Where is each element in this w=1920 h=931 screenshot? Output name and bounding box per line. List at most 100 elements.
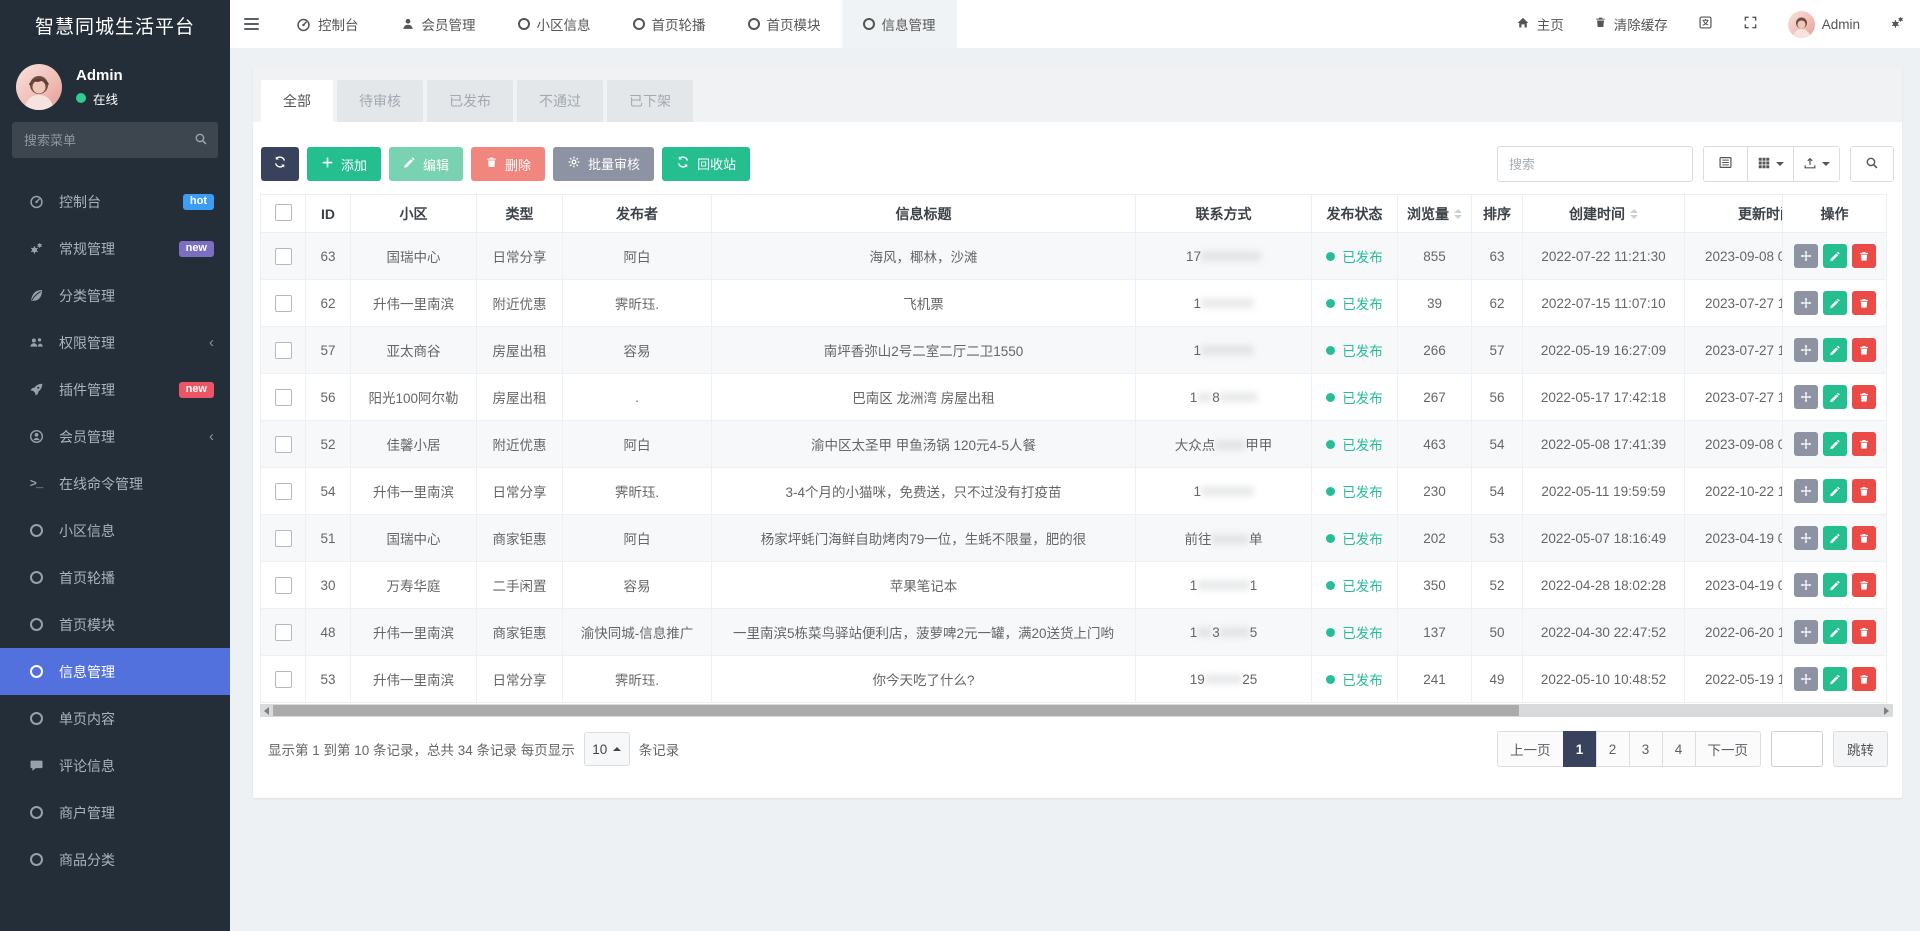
- batch-audit-button[interactable]: 批量审核: [553, 147, 654, 181]
- recycle-button[interactable]: 回收站: [662, 147, 750, 181]
- row-delete-button[interactable]: [1852, 573, 1876, 597]
- sidebar-item-general[interactable]: 常规管理new: [0, 225, 230, 272]
- row-edit-button[interactable]: [1823, 573, 1847, 597]
- edit-button[interactable]: 编辑: [389, 147, 463, 181]
- row-checkbox[interactable]: [275, 483, 292, 500]
- user-avatar[interactable]: [16, 64, 62, 110]
- row-edit-button[interactable]: [1823, 291, 1847, 315]
- page-button-4[interactable]: 4: [1662, 731, 1696, 767]
- sidebar-item-module[interactable]: 首页模块: [0, 601, 230, 648]
- topbar-tab-member[interactable]: 会员管理: [380, 0, 497, 48]
- topbar-tab-banner[interactable]: 首页轮播: [612, 0, 727, 48]
- language-button[interactable]: [1683, 0, 1728, 48]
- row-move-button[interactable]: [1794, 244, 1818, 268]
- row-checkbox[interactable]: [275, 389, 292, 406]
- settings-button[interactable]: [1875, 0, 1920, 48]
- table-search-input[interactable]: [1497, 146, 1693, 182]
- topbar-tab-community[interactable]: 小区信息: [497, 0, 612, 48]
- sidebar-item-command[interactable]: >_在线命令管理: [0, 460, 230, 507]
- sidebar-item-banner[interactable]: 首页轮播: [0, 554, 230, 601]
- sidebar-item-merchant[interactable]: 商户管理: [0, 789, 230, 836]
- sidebar-toggle-icon[interactable]: [230, 0, 275, 48]
- sidebar-item-goods[interactable]: 商品分类: [0, 836, 230, 883]
- row-delete-button[interactable]: [1852, 526, 1876, 550]
- sidebar-item-plugin[interactable]: 插件管理new: [0, 366, 230, 413]
- refresh-button[interactable]: [261, 147, 299, 181]
- row-edit-button[interactable]: [1823, 667, 1847, 691]
- column-header-views[interactable]: 浏览量: [1398, 195, 1472, 233]
- column-header-created[interactable]: 创建时间: [1523, 195, 1685, 233]
- row-delete-button[interactable]: [1852, 667, 1876, 691]
- sidebar-item-comment[interactable]: 评论信息: [0, 742, 230, 789]
- fullscreen-button[interactable]: [1728, 0, 1773, 48]
- jump-page-input[interactable]: [1771, 731, 1823, 767]
- row-move-button[interactable]: [1794, 573, 1818, 597]
- sort-carets-icon[interactable]: [1454, 209, 1462, 219]
- row-checkbox[interactable]: [275, 342, 292, 359]
- row-delete-button[interactable]: [1852, 291, 1876, 315]
- filter-tab-pending[interactable]: 待审核: [337, 80, 423, 122]
- filter-tab-rejected[interactable]: 不通过: [517, 80, 603, 122]
- row-edit-button[interactable]: [1823, 526, 1847, 550]
- delete-button[interactable]: 删除: [471, 147, 545, 181]
- row-checkbox[interactable]: [275, 671, 292, 688]
- row-move-button[interactable]: [1794, 620, 1818, 644]
- row-edit-button[interactable]: [1823, 385, 1847, 409]
- page-button-2[interactable]: 2: [1596, 731, 1630, 767]
- clear-cache-button[interactable]: 清除缓存: [1579, 0, 1683, 48]
- row-checkbox[interactable]: [275, 530, 292, 547]
- row-edit-button[interactable]: [1823, 479, 1847, 503]
- advanced-search-button[interactable]: [1850, 146, 1894, 182]
- row-checkbox[interactable]: [275, 248, 292, 265]
- filter-tab-offline[interactable]: 已下架: [607, 80, 693, 122]
- row-checkbox[interactable]: [275, 624, 292, 641]
- add-button[interactable]: 添加: [307, 147, 381, 181]
- sidebar-item-permission[interactable]: 权限管理‹: [0, 319, 230, 366]
- scroll-left-arrow-icon[interactable]: [260, 704, 273, 717]
- row-delete-button[interactable]: [1852, 338, 1876, 362]
- sidebar-item-info[interactable]: 信息管理: [0, 648, 230, 695]
- toggle-view-button[interactable]: [1703, 146, 1748, 182]
- row-move-button[interactable]: [1794, 479, 1818, 503]
- row-edit-button[interactable]: [1823, 244, 1847, 268]
- sidebar-item-community[interactable]: 小区信息: [0, 507, 230, 554]
- home-link[interactable]: 主页: [1501, 0, 1579, 48]
- scroll-right-arrow-icon[interactable]: [1880, 704, 1893, 717]
- filter-tab-all[interactable]: 全部: [261, 80, 333, 122]
- topbar-tab-module[interactable]: 首页模块: [727, 0, 842, 48]
- sidebar-item-member[interactable]: 会员管理‹: [0, 413, 230, 460]
- sidebar-item-category[interactable]: 分类管理: [0, 272, 230, 319]
- row-delete-button[interactable]: [1852, 620, 1876, 644]
- filter-tab-published[interactable]: 已发布: [427, 80, 513, 122]
- prev-page-button[interactable]: 上一页: [1497, 731, 1564, 767]
- row-checkbox[interactable]: [275, 577, 292, 594]
- page-button-1[interactable]: 1: [1563, 731, 1597, 767]
- row-edit-button[interactable]: [1823, 432, 1847, 456]
- row-delete-button[interactable]: [1852, 244, 1876, 268]
- horizontal-scrollbar[interactable]: [260, 704, 1893, 717]
- row-move-button[interactable]: [1794, 432, 1818, 456]
- row-move-button[interactable]: [1794, 291, 1818, 315]
- page-size-dropdown[interactable]: 10: [584, 732, 630, 766]
- topbar-tab-info[interactable]: 信息管理: [842, 0, 957, 48]
- scrollbar-thumb[interactable]: [273, 705, 1519, 716]
- sort-carets-icon[interactable]: [1630, 209, 1638, 219]
- jump-button[interactable]: 跳转: [1833, 731, 1888, 767]
- columns-dropdown-button[interactable]: [1747, 146, 1794, 182]
- row-move-button[interactable]: [1794, 338, 1818, 362]
- row-move-button[interactable]: [1794, 526, 1818, 550]
- row-delete-button[interactable]: [1852, 385, 1876, 409]
- export-dropdown-button[interactable]: [1793, 146, 1840, 182]
- row-move-button[interactable]: [1794, 667, 1818, 691]
- row-edit-button[interactable]: [1823, 338, 1847, 362]
- sidebar-item-page[interactable]: 单页内容: [0, 695, 230, 742]
- row-checkbox[interactable]: [275, 436, 292, 453]
- row-move-button[interactable]: [1794, 385, 1818, 409]
- sidebar-item-console[interactable]: 控制台hot: [0, 178, 230, 225]
- next-page-button[interactable]: 下一页: [1695, 731, 1762, 767]
- row-checkbox[interactable]: [275, 295, 292, 312]
- row-delete-button[interactable]: [1852, 479, 1876, 503]
- page-button-3[interactable]: 3: [1629, 731, 1663, 767]
- topbar-tab-console[interactable]: 控制台: [275, 0, 380, 48]
- profile-menu[interactable]: Admin: [1773, 0, 1875, 48]
